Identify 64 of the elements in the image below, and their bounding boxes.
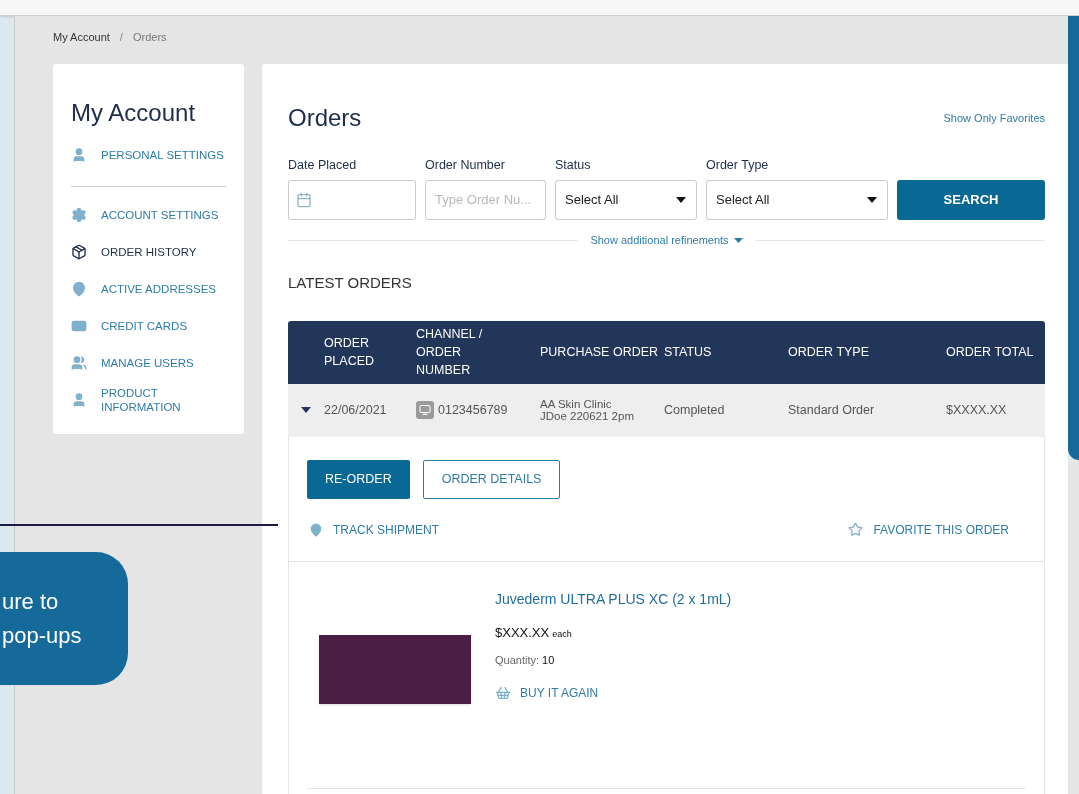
column-header[interactable]: PURCHASE ORDER xyxy=(540,343,664,362)
box-icon xyxy=(71,243,87,260)
table-cell-text: AA Skin Clinic xyxy=(540,398,613,411)
show-favorites-link[interactable]: Show Only Favorites xyxy=(943,109,1045,127)
quantity-value: 10 xyxy=(542,653,555,669)
sidebar-item[interactable]: MANAGE USERS xyxy=(71,344,226,381)
date-field[interactable] xyxy=(288,179,416,220)
filter-label: Status xyxy=(555,157,592,174)
pin-icon xyxy=(71,280,87,297)
track-shipment-link[interactable]: TRACK SHIPMENT xyxy=(309,520,439,539)
table-cell-text: JDoe 220621 2pm xyxy=(540,410,635,423)
sidebar-title: My Account xyxy=(71,98,197,128)
pin-icon xyxy=(309,522,323,537)
order-details-button[interactable]: ORDER DETAILS xyxy=(422,459,561,499)
page-title: Orders xyxy=(288,103,362,133)
breadcrumb-link[interactable]: Orders xyxy=(132,28,167,46)
basket-icon xyxy=(495,684,511,701)
gear-icon xyxy=(71,206,87,223)
table-cell: Completed xyxy=(664,402,725,417)
caret-icon[interactable] xyxy=(301,407,311,414)
person-icon xyxy=(71,146,87,163)
sidebar-item[interactable]: ORDER HISTORY xyxy=(71,233,226,270)
quantity-label: Quantity: xyxy=(495,653,540,669)
product-name-link[interactable]: Juvederm ULTRA PLUS XC (2 x 1mL) xyxy=(495,588,732,610)
table-cell-text: 0123456789 xyxy=(438,401,508,419)
sidebar-item[interactable]: PERSONAL SETTINGS xyxy=(71,136,226,173)
favorite-order-link[interactable]: FAVORITE THIS ORDER xyxy=(848,520,1009,539)
breadcrumb-separator: / xyxy=(119,29,123,45)
refinements-link[interactable]: Show additional refinements xyxy=(590,231,743,249)
column-header[interactable]: STATUS xyxy=(664,343,788,362)
breadcrumb-link[interactable]: My Account xyxy=(53,28,110,46)
filter-label: Order Number xyxy=(425,157,506,174)
column-header[interactable]: CHANNEL / ORDER NUMBER xyxy=(416,325,516,380)
calendar-icon xyxy=(296,191,312,208)
callout-text: ure to pop-ups xyxy=(1,587,83,650)
column-header[interactable]: ORDER TOTAL xyxy=(946,343,1045,362)
order-number-field[interactable]: Type Order Nu... xyxy=(425,179,546,220)
buy-again-link[interactable]: BUY IT AGAIN xyxy=(495,683,732,702)
monitor-icon xyxy=(416,401,434,420)
filter-label: Order Type xyxy=(706,157,770,174)
select-dropdown[interactable]: Select All xyxy=(555,179,697,220)
caret-icon xyxy=(676,196,686,203)
star-icon xyxy=(848,522,864,538)
sidebar-item[interactable]: CREDIT CARDS xyxy=(71,307,226,344)
sidebar-item[interactable]: ACTIVE ADDRESSES xyxy=(71,270,226,307)
select-dropdown[interactable]: Select All xyxy=(706,179,888,220)
sidebar-item[interactable]: ACCOUNT SETTINGS xyxy=(71,196,226,233)
sidebar-item[interactable]: PRODUCT INFORMATION xyxy=(71,381,226,418)
column-header[interactable]: ORDER TYPE xyxy=(788,343,946,362)
search-button[interactable]: SEARCH xyxy=(897,179,1045,220)
reorder-button[interactable]: RE-ORDER xyxy=(307,459,410,499)
product-price: $XXX.XX xyxy=(495,623,550,642)
table-cell: 22/06/2021 xyxy=(324,402,387,417)
caret-icon xyxy=(867,196,877,203)
column-header[interactable]: ORDER PLACED xyxy=(324,334,408,371)
caret-icon xyxy=(733,237,743,243)
person-icon xyxy=(71,391,87,408)
table-cell: Standard Order xyxy=(788,402,875,417)
people-icon xyxy=(71,354,87,371)
price-unit: each xyxy=(552,627,572,641)
filter-label: Date Placed xyxy=(288,157,358,174)
table-cell: $XXXX.XX xyxy=(946,402,1007,417)
section-title: LATEST ORDERS xyxy=(288,273,413,294)
order-row[interactable]: 22/06/2021 0123456789 AA Skin Clinic JDoe 220621 2pm Completed Standard Order $XXXX.XX xyxy=(288,383,1045,437)
